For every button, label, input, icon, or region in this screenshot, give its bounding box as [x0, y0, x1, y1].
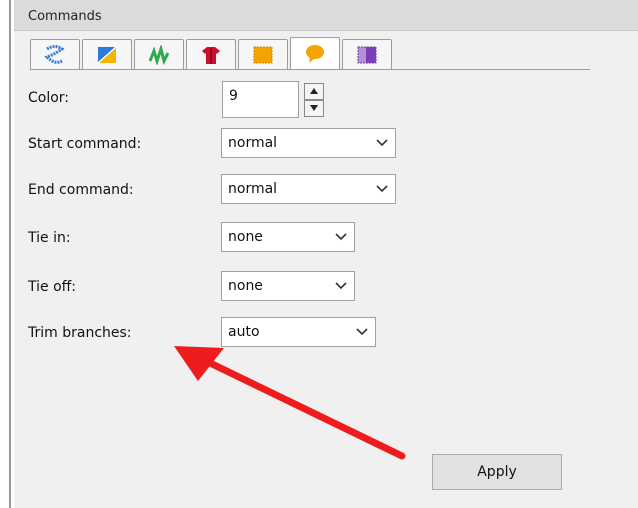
annotation-arrow: [174, 346, 406, 460]
